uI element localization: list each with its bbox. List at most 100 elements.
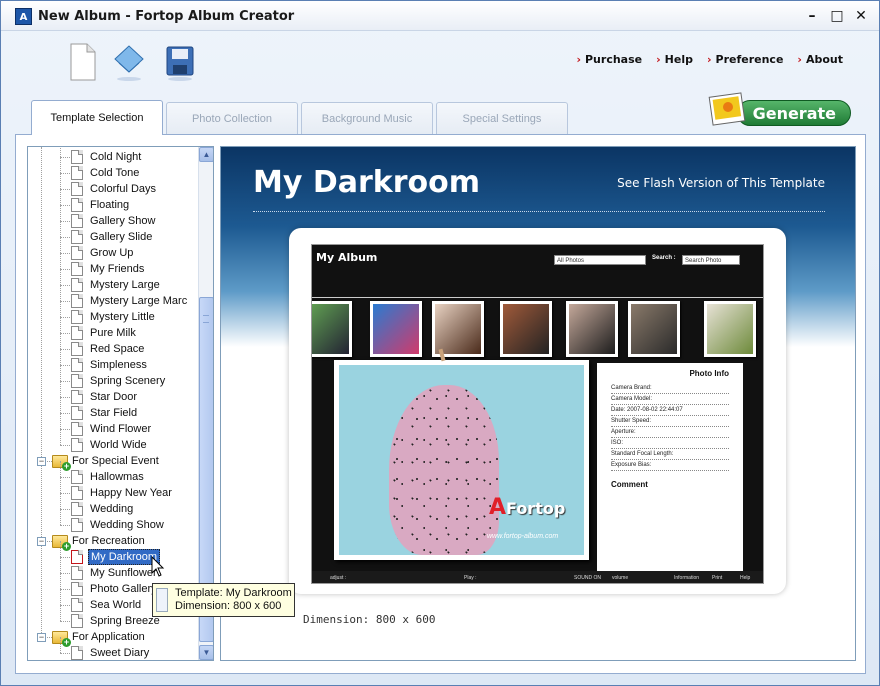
tree-item[interactable]: Simpleness xyxy=(28,349,198,373)
comment-label: Comment xyxy=(611,480,648,489)
open-icon[interactable] xyxy=(111,41,145,83)
tree-item-label: Star Door xyxy=(90,391,138,403)
tree-item[interactable]: Red Space xyxy=(28,333,198,357)
template-file-icon xyxy=(71,230,83,244)
thumbnail xyxy=(500,301,552,357)
photo-info-row: Standard Focal Length: xyxy=(611,449,729,460)
tab-template-selection[interactable]: Template Selection xyxy=(31,100,163,135)
tree-item[interactable]: Grow Up xyxy=(28,237,198,261)
tab-photo-collection[interactable]: Photo Collection xyxy=(166,102,298,134)
thumbnail xyxy=(566,301,618,357)
help-label: Help xyxy=(740,575,751,581)
tree-item-label: Mystery Large Marc xyxy=(90,295,188,307)
tree-item[interactable]: Star Field xyxy=(28,397,198,421)
thumbnail xyxy=(312,301,352,357)
album-search-box: Search Photo xyxy=(682,255,740,265)
tab-special-settings[interactable]: Special Settings xyxy=(436,102,568,134)
collapse-icon[interactable]: − xyxy=(37,537,46,546)
tree-item[interactable]: My Friends xyxy=(28,253,198,277)
tree-item-label: Cold Tone xyxy=(90,167,140,179)
template-file-icon xyxy=(71,598,83,612)
tree-item[interactable]: Spring Scenery xyxy=(28,365,198,389)
photo-info-row: Date: 2007-08-02 22:44:07 xyxy=(611,405,729,416)
tree-item[interactable]: Pure Milk xyxy=(28,317,198,341)
preference-link[interactable]: Preference xyxy=(707,53,784,66)
save-icon[interactable] xyxy=(163,41,197,83)
maximize-button[interactable]: □ xyxy=(828,7,846,25)
tree-item[interactable]: Colorful Days xyxy=(28,173,198,197)
tree-item[interactable]: My Darkroom xyxy=(28,541,198,565)
tree-item[interactable]: Happy New Year xyxy=(28,477,198,501)
tree-item[interactable]: Wedding xyxy=(28,493,198,517)
tree-folder[interactable]: − For Recreation xyxy=(28,533,198,551)
tree-item-label: Mystery Little xyxy=(90,311,155,323)
scroll-down-icon[interactable]: ▼ xyxy=(199,645,213,660)
app-window: A New Album - Fortop Album Creator – □ ✕… xyxy=(0,0,880,686)
template-tooltip: Template: My Darkroom Dimension: 800 x 6… xyxy=(152,583,295,617)
tree-item[interactable]: Cold Tone xyxy=(28,157,198,181)
new-file-icon[interactable] xyxy=(65,41,99,83)
volume-label: volume xyxy=(612,575,629,581)
tree-item[interactable]: World Wide xyxy=(28,429,198,453)
tree-item-label: World Wide xyxy=(90,439,147,451)
template-file-icon xyxy=(71,390,83,404)
close-button[interactable]: ✕ xyxy=(852,7,870,25)
collapse-icon[interactable]: − xyxy=(37,457,46,466)
photo-info-row: Camera Brand: xyxy=(611,383,729,394)
tree-item-label: Cold Night xyxy=(90,151,142,163)
tree-folder[interactable]: − For Special Event xyxy=(28,453,198,471)
template-file-icon xyxy=(71,310,83,324)
template-file-icon xyxy=(71,582,83,596)
tree-item[interactable]: Cold Night xyxy=(28,147,198,165)
thumbnail xyxy=(704,301,756,357)
tree-item[interactable]: Mystery Large Marc xyxy=(28,285,198,309)
scroll-up-icon[interactable]: ▲ xyxy=(199,147,213,162)
tree-item[interactable]: My Sunflower xyxy=(28,557,198,581)
template-file-icon xyxy=(71,406,83,420)
photo-info-row: Aperture: xyxy=(611,427,729,438)
tree-item-label: Simpleness xyxy=(90,359,147,371)
window-title: New Album - Fortop Album Creator xyxy=(38,9,295,24)
tree-item-label: Spring Scenery xyxy=(90,375,166,387)
template-file-icon xyxy=(71,326,83,340)
template-file-icon xyxy=(71,470,83,484)
tree-item[interactable]: Mystery Large xyxy=(28,269,198,293)
information-label: Information xyxy=(674,575,700,581)
tree-item[interactable]: Mystery Little xyxy=(28,301,198,325)
tree-item-label: Star Field xyxy=(90,407,138,419)
minimize-button[interactable]: – xyxy=(803,7,821,25)
tree-item[interactable]: Gallery Show xyxy=(28,205,198,229)
about-link[interactable]: About xyxy=(797,53,843,66)
tree-item[interactable]: Gallery Slide xyxy=(28,221,198,245)
help-link[interactable]: Help xyxy=(656,53,693,66)
tree-item[interactable]: Wedding Show xyxy=(28,509,198,533)
tree-item[interactable]: Wind Flower xyxy=(28,413,198,437)
collapse-icon[interactable]: − xyxy=(37,633,46,642)
template-file-icon xyxy=(71,550,83,564)
tree-folder-label: For Special Event xyxy=(72,455,159,467)
tree-item-label: My Friends xyxy=(90,263,145,275)
generate-button[interactable]: Generate xyxy=(707,90,853,130)
tree-folder[interactable]: − For Application xyxy=(28,629,198,647)
clothesline xyxy=(312,297,763,298)
main-photo-subject xyxy=(389,385,499,555)
tab-background-music[interactable]: Background Music xyxy=(301,102,433,134)
photo-info-row: Camera Model: xyxy=(611,394,729,405)
tree-item[interactable]: Floating xyxy=(28,189,198,213)
tree-item[interactable]: Hallowmas xyxy=(28,461,198,485)
menu-links: Purchase Help Preference About xyxy=(576,53,843,66)
tree-item[interactable]: Sweet Diary xyxy=(28,637,198,660)
app-icon: A xyxy=(15,8,32,25)
album-search-label: Search : xyxy=(652,255,676,261)
tree-item[interactable]: Star Door xyxy=(28,381,198,405)
template-file-icon xyxy=(71,246,83,260)
template-file-icon xyxy=(71,646,83,660)
tree-item-label: My Sunflower xyxy=(90,567,157,579)
flash-version-link[interactable]: See Flash Version of This Template xyxy=(617,176,825,190)
template-panel: Cold Night Cold Tone Colorful Days Floating… xyxy=(15,134,866,674)
tree-item-label: Sweet Diary xyxy=(90,647,150,659)
template-file-icon xyxy=(71,358,83,372)
purchase-link[interactable]: Purchase xyxy=(576,53,642,66)
template-file-icon xyxy=(71,438,83,452)
album-title: My Album xyxy=(316,251,378,264)
